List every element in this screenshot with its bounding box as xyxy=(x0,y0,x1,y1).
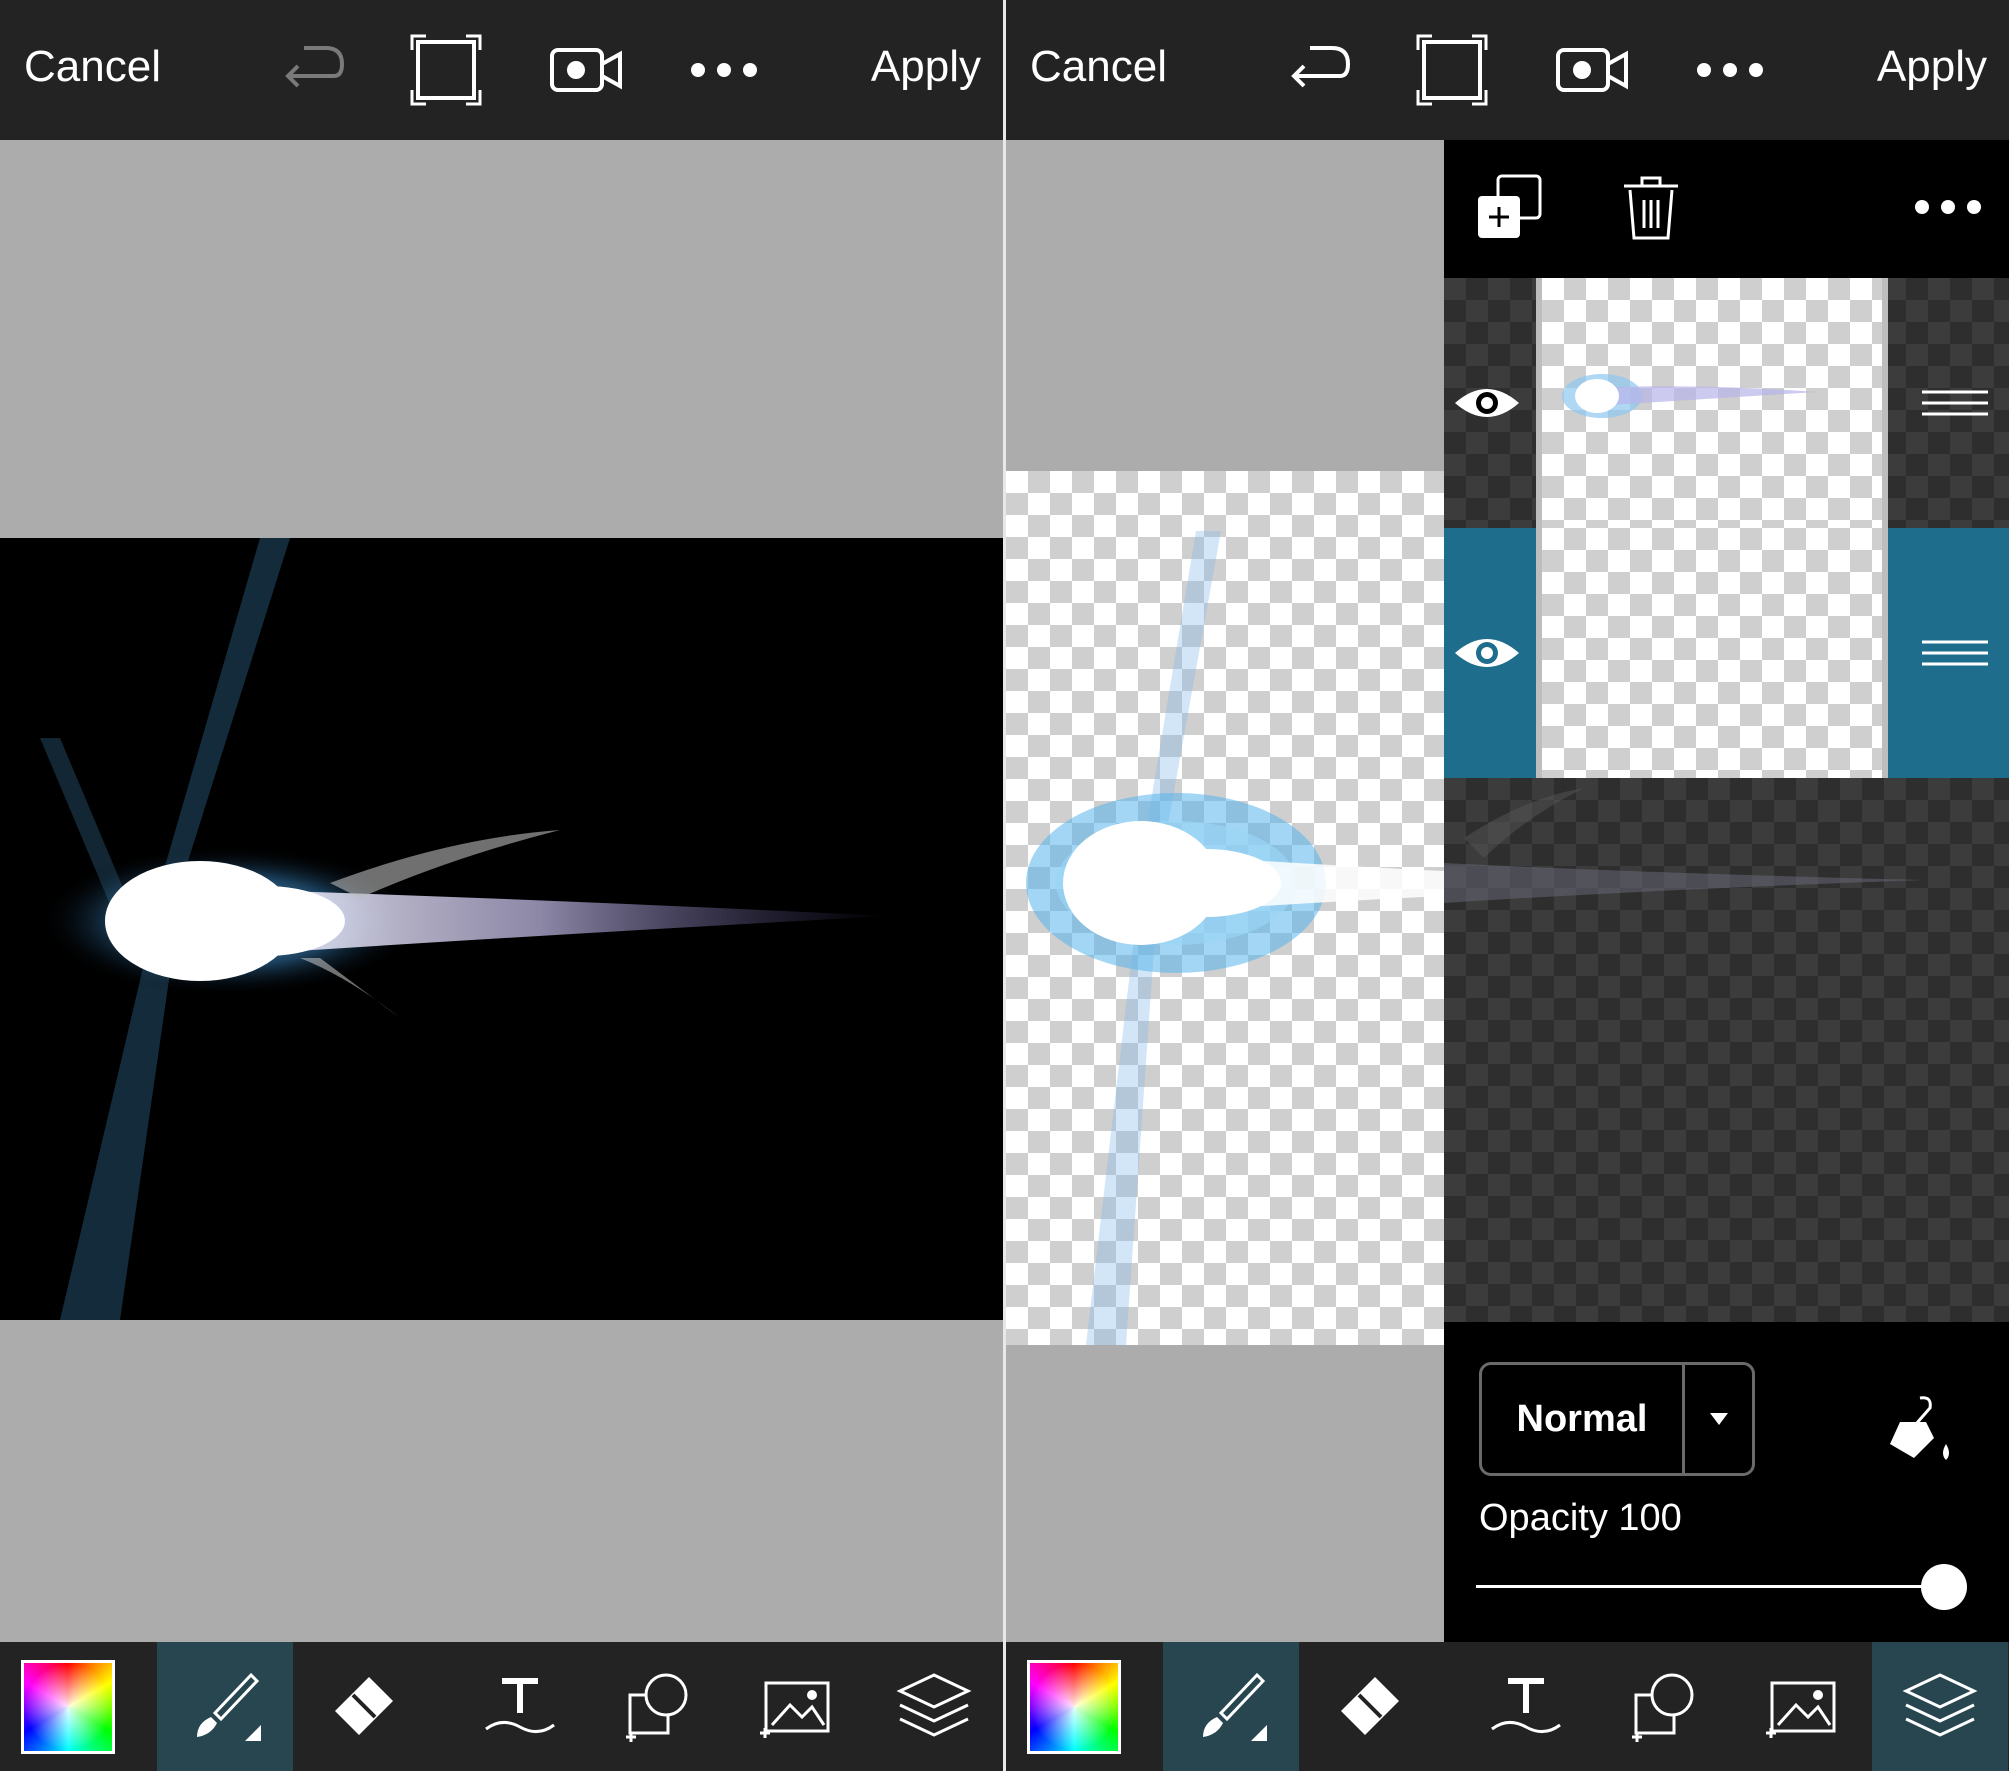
brush-tool-button[interactable] xyxy=(157,1642,293,1771)
eye-icon xyxy=(1455,639,1519,667)
layer-drag-handle[interactable] xyxy=(1901,278,2009,528)
shape-tool-button[interactable] xyxy=(1596,1642,1732,1771)
opacity-slider-knob[interactable] xyxy=(1921,1564,1967,1610)
layer-item-selected[interactable] xyxy=(1444,528,2009,778)
blend-mode-dropdown[interactable]: Normal xyxy=(1479,1362,1755,1476)
drag-handle-icon xyxy=(1922,640,1988,666)
eraser-icon xyxy=(1341,1676,1399,1735)
cancel-button[interactable]: Cancel xyxy=(1030,42,1167,92)
layer-thumbnail xyxy=(1536,528,1888,778)
bottom-toolbar xyxy=(1006,1642,2009,1771)
layers-icon xyxy=(1902,1672,1978,1737)
canvas-area[interactable] xyxy=(0,140,1003,1642)
eraser-tool-button[interactable] xyxy=(295,1642,431,1771)
dropdown-arrow-icon xyxy=(1685,1365,1752,1473)
layers-icon xyxy=(896,1672,972,1737)
shape-icon xyxy=(626,1673,688,1742)
editor-left: Cancel Apply xyxy=(0,0,1003,1771)
layers-panel-header xyxy=(1444,140,2009,278)
video-camera-icon[interactable] xyxy=(1552,30,1632,110)
color-wheel-icon xyxy=(1027,1659,1121,1754)
crop-frame-icon[interactable] xyxy=(406,30,486,110)
text-icon xyxy=(1491,1677,1561,1733)
drag-handle-icon xyxy=(1922,390,1988,416)
cancel-button[interactable]: Cancel xyxy=(24,42,161,92)
text-tool-button[interactable] xyxy=(452,1642,588,1771)
layer-drag-handle[interactable] xyxy=(1901,528,2009,778)
editor-right: Cancel Apply Normal Opacity 100 xyxy=(1006,0,2009,1771)
undo-icon[interactable] xyxy=(1274,30,1354,110)
color-picker-button[interactable] xyxy=(1006,1642,1142,1771)
layer-visibility-toggle[interactable] xyxy=(1444,278,1530,528)
brush-icon xyxy=(1203,1672,1267,1741)
more-icon[interactable] xyxy=(684,30,764,110)
eraser-icon xyxy=(335,1676,393,1735)
layers-button[interactable] xyxy=(1872,1642,2008,1771)
brush-icon xyxy=(197,1672,261,1741)
layer-item[interactable] xyxy=(1444,278,2009,528)
canvas-overflow-tail xyxy=(1444,788,1924,903)
canvas-image[interactable] xyxy=(0,538,1003,1320)
crop-frame-icon[interactable] xyxy=(1412,30,1492,110)
opacity-slider[interactable] xyxy=(1476,1585,1944,1588)
bottom-toolbar xyxy=(0,1642,1003,1771)
top-bar: Cancel Apply xyxy=(0,0,1003,140)
shape-tool-button[interactable] xyxy=(590,1642,726,1771)
transparent-canvas[interactable] xyxy=(1006,471,1444,1345)
trash-icon[interactable] xyxy=(1616,172,1686,242)
color-picker-button[interactable] xyxy=(0,1642,136,1771)
top-bar: Cancel Apply xyxy=(1006,0,2009,140)
text-tool-button[interactable] xyxy=(1458,1642,1594,1771)
layers-button[interactable] xyxy=(866,1642,1002,1771)
layers-empty-area xyxy=(1444,778,2009,1322)
more-icon[interactable] xyxy=(1690,30,1770,110)
layer-thumbnail xyxy=(1536,278,1888,528)
eraser-tool-button[interactable] xyxy=(1301,1642,1437,1771)
image-icon xyxy=(760,1681,830,1738)
image-icon xyxy=(1766,1681,1836,1738)
add-image-button[interactable] xyxy=(1734,1642,1870,1771)
eye-icon xyxy=(1455,389,1519,417)
text-icon xyxy=(485,1677,555,1733)
color-wheel-icon xyxy=(21,1659,115,1754)
shape-icon xyxy=(1632,1673,1694,1742)
canvas-image xyxy=(1026,531,1444,1345)
opacity-label: Opacity 100 xyxy=(1479,1497,1682,1539)
apply-button[interactable]: Apply xyxy=(871,42,981,92)
video-camera-icon[interactable] xyxy=(546,30,626,110)
layers-panel: Normal Opacity 100 xyxy=(1444,140,2009,1642)
layer-thumbnail-image xyxy=(1562,374,1817,418)
undo-icon[interactable] xyxy=(268,30,348,110)
add-layer-icon[interactable] xyxy=(1474,172,1544,242)
more-icon[interactable] xyxy=(1908,172,1988,242)
layer-visibility-toggle[interactable] xyxy=(1444,528,1530,778)
add-image-button[interactable] xyxy=(728,1642,864,1771)
blend-mode-value: Normal xyxy=(1516,1398,1648,1440)
brush-tool-button[interactable] xyxy=(1163,1642,1299,1771)
apply-button[interactable]: Apply xyxy=(1877,42,1987,92)
fill-bucket-icon[interactable] xyxy=(1880,1392,1960,1472)
